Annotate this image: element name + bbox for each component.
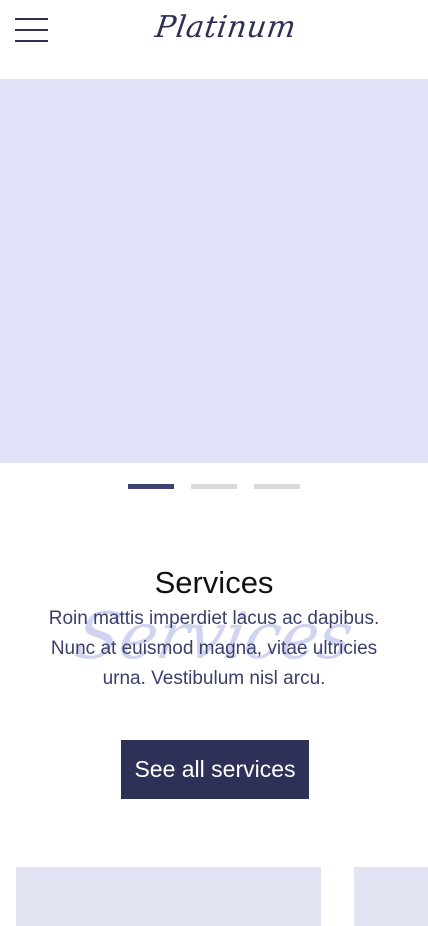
- service-card[interactable]: [16, 867, 321, 926]
- service-card-next[interactable]: [354, 867, 428, 926]
- services-description: Roin mattis imperdiet lacus ac dapibus. …: [48, 608, 380, 689]
- menu-bar-top: [15, 18, 48, 20]
- carousel-dot-2[interactable]: [191, 484, 237, 489]
- services-title: Services: [154, 565, 274, 600]
- menu-bar-middle: [15, 29, 48, 31]
- brand-logo[interactable]: Platinum: [152, 10, 298, 52]
- see-all-services-button[interactable]: See all services: [121, 740, 309, 799]
- site-header: Platinum: [0, 0, 428, 79]
- carousel-dot-3[interactable]: [254, 484, 300, 489]
- menu-bar-bottom: [15, 40, 48, 42]
- hero-carousel-slide[interactable]: [0, 79, 428, 463]
- hamburger-menu-icon[interactable]: [15, 18, 48, 44]
- carousel-dot-1[interactable]: [128, 484, 174, 489]
